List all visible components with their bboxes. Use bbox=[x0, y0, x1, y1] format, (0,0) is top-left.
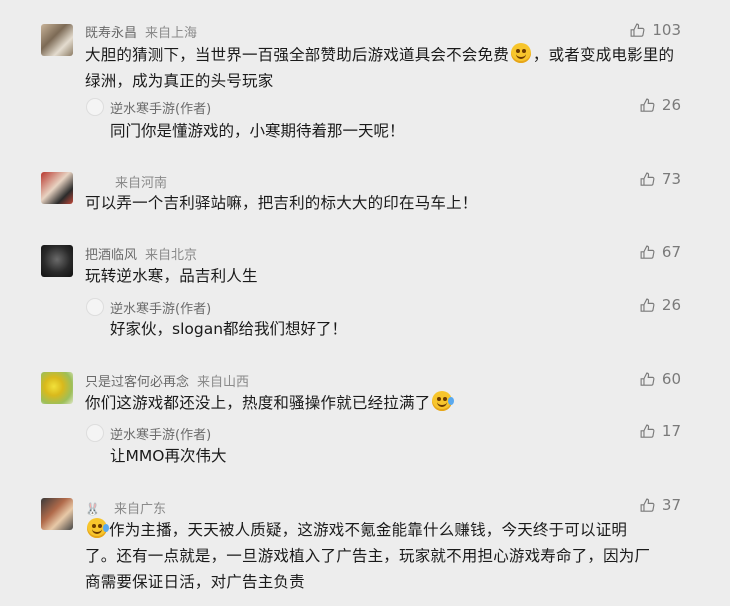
comment-text: 作为主播，天天被人质疑，这游戏不氪金能靠什么赚钱，今天终于可以证明 了。还有一点… bbox=[85, 517, 705, 595]
avatar[interactable] bbox=[41, 172, 73, 204]
reply-like-button[interactable]: 26 bbox=[639, 296, 681, 314]
reply-like-button[interactable]: 17 bbox=[639, 422, 681, 440]
crying-emoji-icon bbox=[87, 518, 109, 538]
like-count: 26 bbox=[661, 96, 681, 114]
avatar[interactable] bbox=[41, 372, 73, 404]
laugh-cry-emoji-icon bbox=[432, 391, 455, 411]
thumbs-up-icon bbox=[630, 23, 645, 37]
comment-meta: 来自河南 bbox=[107, 172, 167, 191]
thumbs-up-icon bbox=[640, 424, 655, 438]
nickname[interactable]: 把酒临风 bbox=[85, 248, 137, 263]
comment-text-part: 作为主播，天天被人质疑，这游戏不氪金能靠什么赚钱，今天终于可以证明 bbox=[109, 521, 628, 539]
like-count: 26 bbox=[661, 296, 681, 314]
like-count: 17 bbox=[661, 422, 681, 440]
nickname[interactable]: 只是过客何必再念 bbox=[85, 375, 189, 390]
location: 来自北京 bbox=[145, 248, 198, 263]
reply-text: 同门你是懂游戏的，小寒期待着那一天呢！ bbox=[110, 122, 405, 140]
comment-text: 你们这游戏都还没上，热度和骚操作就已经拉满了 bbox=[85, 390, 685, 416]
like-count: 103 bbox=[652, 21, 681, 39]
comment-text-line: 商需要保证日活，对广告主负责 bbox=[85, 573, 305, 591]
location: 来自山西 bbox=[197, 375, 250, 390]
like-count: 37 bbox=[661, 496, 681, 514]
comment-meta: 把酒临风 来自北京 bbox=[85, 244, 197, 263]
comment-meta: 只是过客何必再念 来自山西 bbox=[85, 371, 249, 390]
comment-text: 玩转逆水寒，品吉利人生 bbox=[85, 267, 258, 285]
reply-text: 让MMO再次伟大 bbox=[110, 447, 227, 465]
author-avatar[interactable] bbox=[86, 98, 104, 116]
like-button[interactable]: 67 bbox=[639, 243, 681, 261]
thumbs-up-icon bbox=[640, 98, 655, 112]
comment-text: 大胆的猜测下，当世界一百强全部赞助后游戏道具会不会免费 ，或者变成电影里的绿洲，成… bbox=[85, 42, 685, 94]
comment-list: 既寿永昌 来自上海 103 大胆的猜测下，当世界一百强全部赞助后游戏道具会不会免费… bbox=[0, 0, 730, 606]
avatar[interactable] bbox=[41, 24, 73, 56]
comment-text: 可以弄一个吉利驿站嘛，把吉利的标大大的印在马车上！ bbox=[85, 194, 478, 212]
reply-author[interactable]: 逆水寒手游(作者) bbox=[110, 98, 211, 117]
rabbit-badge-icon: 🐰 bbox=[85, 502, 100, 516]
thumbs-up-icon bbox=[640, 245, 655, 259]
reply-author[interactable]: 逆水寒手游(作者) bbox=[110, 298, 211, 317]
thumbs-up-icon bbox=[640, 298, 655, 312]
like-count: 67 bbox=[661, 243, 681, 261]
reply-like-button[interactable]: 26 bbox=[639, 96, 681, 114]
comment-text-line: 了。还有一点就是，一旦游戏植入了广告主，玩家就不用担心游戏寿命了，因为厂 bbox=[85, 547, 651, 565]
thumbs-up-icon bbox=[640, 498, 655, 512]
author-avatar[interactable] bbox=[86, 298, 104, 316]
comment-meta: 🐰 来自广东 bbox=[85, 498, 166, 517]
like-count: 60 bbox=[661, 370, 681, 388]
reply-text: 好家伙，slogan都给我们想好了！ bbox=[110, 320, 348, 338]
location: 来自广东 bbox=[113, 502, 166, 517]
comment-text-line: 作为主播，天天被人质疑，这游戏不氪金能靠什么赚钱，今天终于可以证明 bbox=[85, 517, 705, 543]
thumbs-up-icon bbox=[640, 172, 655, 186]
comment-meta: 既寿永昌 来自上海 bbox=[85, 22, 197, 41]
like-button[interactable]: 73 bbox=[639, 170, 681, 188]
reply-author[interactable]: 逆水寒手游(作者) bbox=[110, 424, 211, 443]
location: 来自上海 bbox=[145, 26, 198, 41]
author-avatar[interactable] bbox=[86, 424, 104, 442]
grin-emoji-icon bbox=[510, 43, 531, 63]
like-count: 73 bbox=[661, 170, 681, 188]
thumbs-up-icon bbox=[640, 372, 655, 386]
comment-text-part: 你们这游戏都还没上，热度和骚操作就已经拉满了 bbox=[85, 394, 431, 412]
like-button[interactable]: 37 bbox=[639, 496, 681, 514]
avatar[interactable] bbox=[41, 245, 73, 277]
comment-text-part: 大胆的猜测下，当世界一百强全部赞助后游戏道具会不会免费 bbox=[85, 46, 509, 64]
avatar[interactable] bbox=[41, 498, 73, 530]
like-button[interactable]: 60 bbox=[639, 370, 681, 388]
location: 来自河南 bbox=[115, 176, 168, 191]
nickname[interactable]: 既寿永昌 bbox=[85, 26, 137, 41]
like-button[interactable]: 103 bbox=[629, 21, 681, 39]
